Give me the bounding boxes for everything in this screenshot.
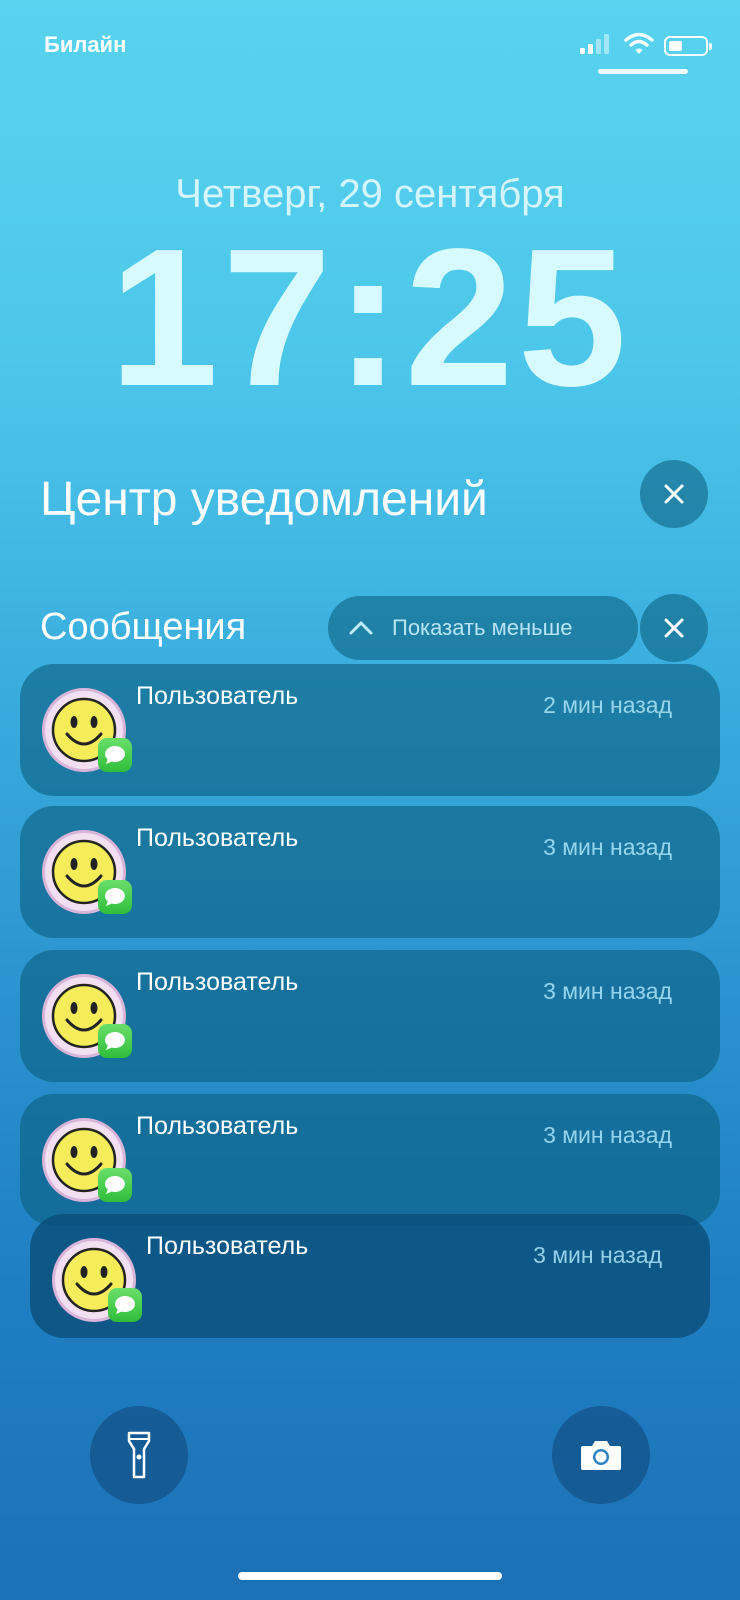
notification-time: 3 мин назад [543,978,672,1004]
show-less-button[interactable]: Показать меньше [328,596,638,660]
messages-icon [108,1288,142,1322]
notification-card[interactable]: Пользователь 3 мин назад [20,950,720,1082]
cellular-signal-icon [580,34,614,54]
camera-button[interactable] [552,1406,650,1504]
notification-card[interactable]: Пользователь 3 мин назад [30,1214,710,1338]
messages-icon [98,880,132,914]
carrier-name: Билайн [44,32,127,57]
notification-card[interactable]: Пользователь 3 мин назад [20,1094,720,1226]
flashlight-icon [127,1431,151,1479]
home-indicator[interactable] [238,1572,502,1580]
notification-time: 2 мин назад [543,692,672,718]
camera-icon [581,1441,621,1470]
close-icon [664,484,684,504]
notification-card[interactable]: Пользователь 3 мин назад [20,806,720,938]
messages-icon [98,1168,132,1202]
lock-screen-time: 17:25 [109,208,631,427]
notification-sender: Пользователь [136,682,299,710]
notification-sender: Пользователь [136,824,299,852]
battery-icon [664,36,712,56]
notification-sender: Пользователь [136,968,299,996]
flashlight-button[interactable] [90,1406,188,1504]
wifi-icon [624,32,654,56]
clear-group-button[interactable] [640,594,708,662]
notification-sender: Пользователь [146,1232,309,1260]
chevron-up-icon [349,621,373,635]
notification-center-title: Центр уведомлений [40,473,488,526]
notification-time: 3 мин назад [533,1242,662,1268]
messages-icon [98,1024,132,1058]
messages-icon [98,738,132,772]
control-center-indicator[interactable] [598,69,688,74]
notification-time: 3 мин назад [543,1122,672,1148]
close-icon [664,618,684,638]
clear-all-button[interactable] [640,460,708,528]
group-title-messages: Сообщения [40,606,247,648]
notification-sender: Пользователь [136,1112,299,1140]
notification-card[interactable]: Пользователь 2 мин назад [20,664,720,796]
notification-time: 3 мин назад [543,834,672,860]
show-less-label: Показать меньше [392,615,573,640]
